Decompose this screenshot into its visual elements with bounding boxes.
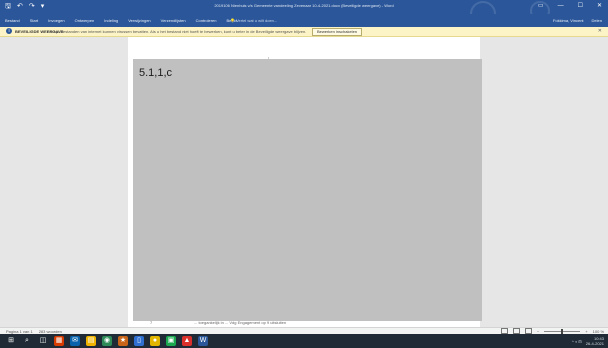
file-explorer-icon[interactable]: ▤ <box>86 336 96 346</box>
tell-me-search[interactable]: 💡 Vertel wat u wilt doen... <box>230 18 277 23</box>
maximize-icon[interactable]: ☐ <box>578 2 583 10</box>
ribbon-tabs-bar: Bestand Start Invoegen Ontwerpen Indelin… <box>0 14 608 27</box>
taskbar-icons: ⊞ ⌕ ◫ ▦ ✉ ▤ ◉ ★ ▯ ● ▣ ▲ W <box>6 336 208 346</box>
tab-start[interactable]: Start <box>30 18 38 23</box>
system-tray: ^ ◖ ⊟ 10:43 26-4-2021 <box>572 336 604 346</box>
ribbon-tabs: Bestand Start Invoegen Ontwerpen Indelin… <box>5 18 237 23</box>
app-icon[interactable]: ▯ <box>134 336 144 346</box>
title-bar: 🖫 ↶ ↷ ▾ 2019106 Nienhuis v/s Gemeente va… <box>0 0 608 27</box>
redaction-label: 5.1,1,c <box>139 67 173 79</box>
window-title: 2019106 Nienhuis v/s Gemeente vandeeling… <box>214 3 394 8</box>
acrobat-icon[interactable]: ▲ <box>182 336 192 346</box>
zoom-level[interactable]: 100 % <box>593 329 604 334</box>
tab-indeling[interactable]: Indeling <box>104 18 118 23</box>
tab-controleren[interactable]: Controleren <box>196 18 217 23</box>
task-view-icon[interactable]: ◫ <box>38 336 48 346</box>
account-area: Fokkima, Vincent Delen <box>553 18 602 23</box>
taskbar: ⊞ ⌕ ◫ ▦ ✉ ▤ ◉ ★ ▯ ● ▣ ▲ W ^ ◖ ⊟ 10:43 26… <box>0 334 608 348</box>
zoom-slider[interactable] <box>544 328 581 334</box>
tray-icons[interactable]: ^ ◖ ⊟ <box>572 339 582 344</box>
protected-view-bar: i BEVEILIGDE WEERGAVE Let op: Bestanden … <box>0 27 608 37</box>
zoom-out-icon[interactable]: − <box>537 329 539 334</box>
enable-editing-button[interactable]: Bewerken inschakelen <box>312 28 363 36</box>
account-name[interactable]: Fokkima, Vincent <box>553 18 584 23</box>
partial-document-text: ... toegankelijk in ... Vdg Engagement o… <box>194 320 287 325</box>
office-icon[interactable]: ▦ <box>54 336 64 346</box>
tab-bestand[interactable]: Bestand <box>5 18 20 23</box>
share-button[interactable]: Delen <box>592 18 602 23</box>
close-icon[interactable]: ✕ <box>597 2 602 10</box>
protected-view-message: Let op: Bestanden van internet kunnen vi… <box>47 29 307 34</box>
word-icon[interactable]: W <box>198 336 208 346</box>
zoom-slider-thumb[interactable] <box>561 328 564 334</box>
search-icon[interactable]: ⌕ <box>22 336 32 346</box>
minimize-icon[interactable]: — <box>558 2 564 10</box>
paragraph-marker: 7 <box>150 320 153 325</box>
zoom-in-icon[interactable]: + <box>585 329 587 334</box>
clock-date: 26-4-2021 <box>585 341 604 346</box>
outlook-icon[interactable]: ✉ <box>70 336 80 346</box>
tab-verwijzingen[interactable]: Verwijzingen <box>128 18 150 23</box>
tab-ontwerpen[interactable]: Ontwerpen <box>75 18 95 23</box>
chrome-icon[interactable]: ● <box>150 336 160 346</box>
close-icon[interactable]: ✕ <box>598 28 602 34</box>
start-icon[interactable]: ⊞ <box>6 336 16 346</box>
browser-icon[interactable]: ◉ <box>102 336 112 346</box>
clock[interactable]: 10:43 26-4-2021 <box>586 336 604 346</box>
tab-invoegen[interactable]: Invoegen <box>48 18 64 23</box>
tab-verzendlijsten[interactable]: Verzendlijsten <box>161 18 186 23</box>
shield-icon: i <box>6 28 12 34</box>
redaction-block: 5.1,1,c <box>133 59 482 321</box>
app-icon[interactable]: ▣ <box>166 336 176 346</box>
app-icon[interactable]: ★ <box>118 336 128 346</box>
